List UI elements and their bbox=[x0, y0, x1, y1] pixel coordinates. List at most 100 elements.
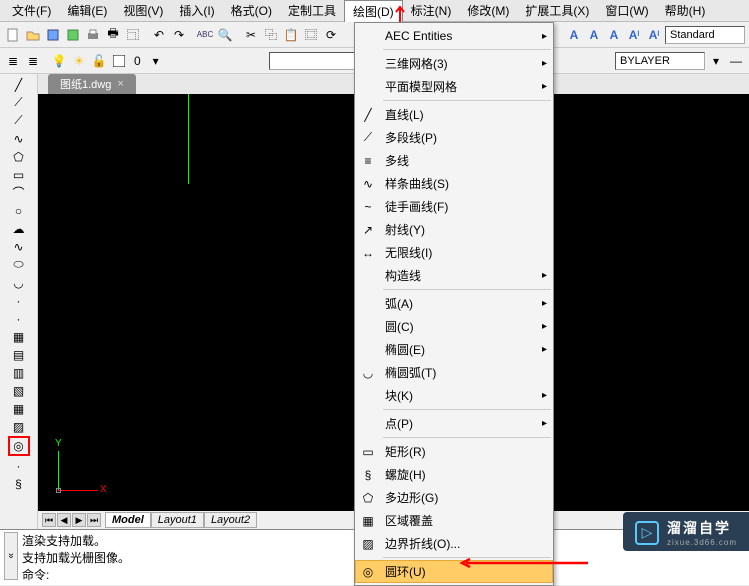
text-a5-icon[interactable]: Al bbox=[645, 26, 663, 44]
plot-icon[interactable]: 🖶 bbox=[104, 26, 122, 44]
redo-icon[interactable]: ↷ bbox=[170, 26, 188, 44]
separator bbox=[383, 49, 551, 50]
preview-icon[interactable]: ⿹ bbox=[124, 26, 142, 44]
text-a3-icon[interactable]: A bbox=[605, 26, 623, 44]
menu-point[interactable]: 点(P) bbox=[355, 412, 553, 435]
menu-construction-line[interactable]: 构造线 bbox=[355, 264, 553, 287]
document-tab[interactable]: 图纸1.dwg × bbox=[48, 74, 136, 94]
text-a2-icon[interactable]: A bbox=[585, 26, 603, 44]
tool-freehand-icon[interactable]: ∿ bbox=[10, 130, 28, 147]
tool-hatch2-icon[interactable]: ▤ bbox=[10, 346, 28, 363]
menu-3d-mesh[interactable]: 三维网格(3) bbox=[355, 52, 553, 75]
menu-xline[interactable]: ↔无限线(I) bbox=[355, 241, 553, 264]
cut-icon[interactable]: ✂ bbox=[242, 26, 260, 44]
tool-polyline-icon[interactable]: ⟋ bbox=[10, 112, 28, 129]
tool-revcloud-icon[interactable]: ☁ bbox=[10, 220, 28, 237]
nav-next-icon[interactable]: ▶ bbox=[72, 513, 86, 527]
annotation-arrow-donut bbox=[460, 555, 590, 571]
paste-special-icon[interactable]: ⿴ bbox=[302, 26, 320, 44]
nav-first-icon[interactable]: ⏮ bbox=[42, 513, 56, 527]
tab-layout2[interactable]: Layout2 bbox=[204, 512, 257, 528]
menu-spline[interactable]: ∿样条曲线(S) bbox=[355, 172, 553, 195]
tool-hatch-icon[interactable]: ▦ bbox=[10, 328, 28, 345]
menu-annotate[interactable]: 标注(N) bbox=[403, 0, 460, 21]
tab-close-icon[interactable]: × bbox=[117, 78, 123, 90]
tool-ellipse-icon[interactable]: ⬭ bbox=[10, 256, 28, 273]
menu-spiral[interactable]: §螺旋(H) bbox=[355, 463, 553, 486]
menu-line[interactable]: ╱直线(L) bbox=[355, 103, 553, 126]
text-a1-icon[interactable]: A bbox=[565, 26, 583, 44]
menu-polyline[interactable]: ⟋多段线(P) bbox=[355, 126, 553, 149]
open-icon[interactable] bbox=[24, 26, 42, 44]
menu-ellipse[interactable]: 椭圆(E) bbox=[355, 338, 553, 361]
menu-freehand[interactable]: ~徒手画线(F) bbox=[355, 195, 553, 218]
menu-arc[interactable]: 弧(A) bbox=[355, 292, 553, 315]
layer-dropdown-icon[interactable]: ▾ bbox=[147, 52, 165, 70]
nav-prev-icon[interactable]: ◀ bbox=[57, 513, 71, 527]
menu-insert[interactable]: 插入(I) bbox=[171, 0, 222, 21]
menu-ellipse-arc[interactable]: ◡椭圆弧(T) bbox=[355, 361, 553, 384]
menu-file[interactable]: 文件(F) bbox=[4, 0, 59, 21]
menu-boundary-polyline[interactable]: ▨边界折线(O)... bbox=[355, 532, 553, 555]
menu-ray[interactable]: ↗射线(Y) bbox=[355, 218, 553, 241]
menu-circle[interactable]: 圆(C) bbox=[355, 315, 553, 338]
tool-grad-icon[interactable]: ▥ bbox=[10, 364, 28, 381]
tool-point2-icon[interactable]: · bbox=[10, 457, 28, 474]
menu-planar-mesh[interactable]: 平面模型网格 bbox=[355, 75, 553, 98]
lineweight-icon[interactable]: — bbox=[727, 52, 745, 70]
menu-extend[interactable]: 扩展工具(X) bbox=[517, 0, 597, 21]
light-on-icon[interactable]: 💡 bbox=[50, 52, 68, 70]
menu-view[interactable]: 视图(V) bbox=[115, 0, 171, 21]
menu-rectangle[interactable]: ▭矩形(R) bbox=[355, 440, 553, 463]
tool-region-icon[interactable]: ▧ bbox=[10, 382, 28, 399]
tool-xline-icon[interactable]: ⟋ bbox=[10, 94, 28, 111]
tool-donut-icon[interactable]: ◎ bbox=[8, 436, 30, 456]
text-a4-icon[interactable]: Al bbox=[625, 26, 643, 44]
sun-icon[interactable]: ☀ bbox=[70, 52, 88, 70]
tool-circle-icon[interactable]: ○ bbox=[10, 202, 28, 219]
refresh-icon[interactable]: ⟳ bbox=[322, 26, 340, 44]
text-style-input[interactable] bbox=[665, 26, 745, 44]
menu-region-cover[interactable]: ▦区域覆盖 bbox=[355, 509, 553, 532]
tool-wipeout-icon[interactable]: ▨ bbox=[10, 418, 28, 435]
find-icon[interactable]: 🔍 bbox=[216, 26, 234, 44]
tool-earc-icon[interactable]: ◡ bbox=[10, 274, 28, 291]
tool-point-icon[interactable]: · bbox=[10, 310, 28, 327]
menu-custom[interactable]: 定制工具 bbox=[280, 0, 344, 21]
menu-window[interactable]: 窗口(W) bbox=[597, 0, 656, 21]
tool-arc-icon[interactable]: ⌒ bbox=[10, 184, 28, 201]
tool-line-icon[interactable]: ╱ bbox=[10, 76, 28, 93]
new-icon[interactable] bbox=[4, 26, 22, 44]
undo-icon[interactable]: ↶ bbox=[150, 26, 168, 44]
watermark: ▷ 溜溜自学 zixue.3d66.com bbox=[623, 512, 749, 551]
tool-rect-icon[interactable]: ▭ bbox=[10, 166, 28, 183]
saveas-icon[interactable] bbox=[64, 26, 82, 44]
print-icon[interactable] bbox=[84, 26, 102, 44]
tool-polygon-icon[interactable]: ⬠ bbox=[10, 148, 28, 165]
tool-spiral-icon[interactable]: § bbox=[10, 475, 28, 492]
menu-modify[interactable]: 修改(M) bbox=[459, 0, 517, 21]
layer-mgr-icon[interactable]: ≣ bbox=[4, 52, 22, 70]
tab-model[interactable]: Model bbox=[105, 512, 151, 528]
tab-layout1[interactable]: Layout1 bbox=[151, 512, 204, 528]
menu-aec-entities[interactable]: AEC Entities bbox=[355, 25, 553, 47]
nav-last-icon[interactable]: ⏭ bbox=[87, 513, 101, 527]
copy-icon[interactable]: ⿻ bbox=[262, 26, 280, 44]
paste-icon[interactable]: 📋 bbox=[282, 26, 300, 44]
menu-block[interactable]: 块(K) bbox=[355, 384, 553, 407]
cmdline-expand-icon[interactable]: » bbox=[4, 532, 18, 580]
color-box-icon[interactable] bbox=[110, 52, 128, 70]
layer-filter-icon[interactable]: ≣ bbox=[24, 52, 42, 70]
lock-icon[interactable]: 🔓 bbox=[90, 52, 108, 70]
menu-multiline[interactable]: ≡多线 bbox=[355, 149, 553, 172]
menu-polygon[interactable]: ⬠多边形(G) bbox=[355, 486, 553, 509]
menu-edit[interactable]: 编辑(E) bbox=[59, 0, 115, 21]
save-icon[interactable] bbox=[44, 26, 62, 44]
bylayer-dropdown-icon[interactable]: ▾ bbox=[707, 52, 725, 70]
menu-format[interactable]: 格式(O) bbox=[223, 0, 280, 21]
menu-help[interactable]: 帮助(H) bbox=[657, 0, 714, 21]
tool-table-icon[interactable]: ▦ bbox=[10, 400, 28, 417]
abc-check-icon[interactable]: ABC bbox=[196, 26, 214, 44]
bylayer-input[interactable] bbox=[615, 52, 705, 70]
tool-spline-icon[interactable]: ∿ bbox=[10, 238, 28, 255]
